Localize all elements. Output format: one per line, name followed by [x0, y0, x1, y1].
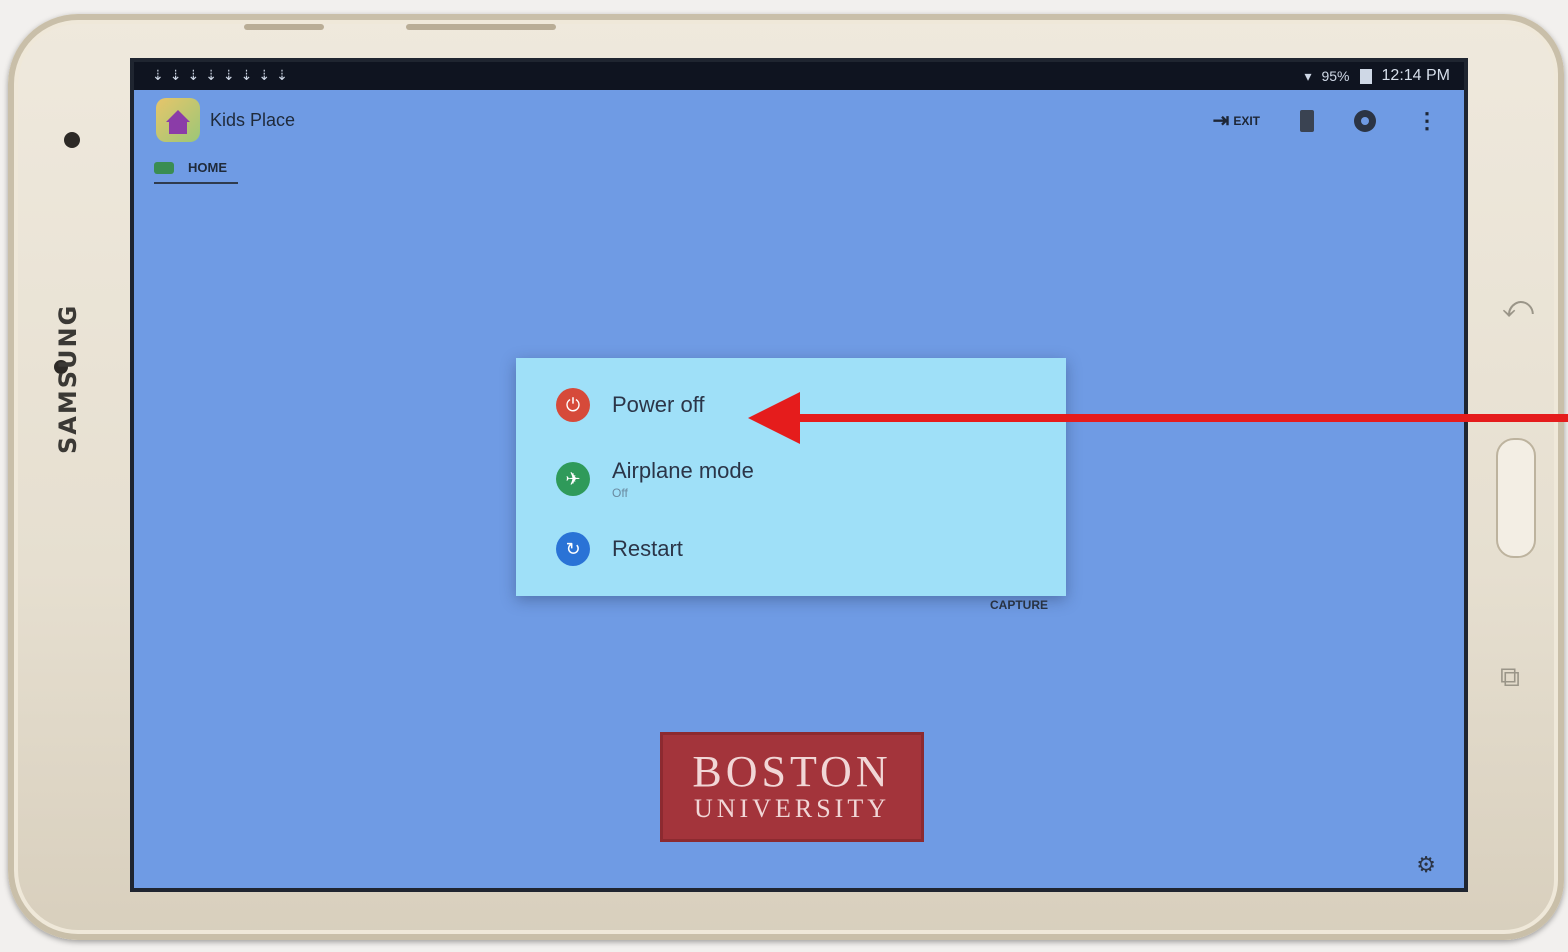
- logo-line-2: UNIVERSITY: [694, 794, 890, 823]
- exit-icon: ⇥: [1212, 110, 1230, 132]
- battery-label: 95%: [1321, 68, 1350, 84]
- wifi-icon: ▾: [1304, 67, 1312, 84]
- tablet-icon[interactable]: [1300, 109, 1314, 132]
- clock: 12:14 PM: [1381, 67, 1450, 84]
- restart-item[interactable]: ↻ Restart: [556, 532, 683, 566]
- capture-app-label: CAPTURE: [990, 598, 1049, 612]
- recent-apps-key-icon[interactable]: ⧉: [1500, 660, 1520, 694]
- app-bar: Kids Place ⇥ EXIT ⋮: [134, 90, 1464, 150]
- settings-gear-icon[interactable]: ⚙: [1416, 853, 1436, 878]
- home-key[interactable]: [1496, 438, 1536, 558]
- exit-label: EXIT: [1233, 113, 1260, 128]
- power-icon: ⏻: [556, 388, 590, 422]
- power-off-item[interactable]: ⏻ Power off: [556, 388, 705, 422]
- airplane-mode-item[interactable]: ✈ Airplane mode Off: [556, 458, 754, 500]
- tab-indicator: [154, 182, 238, 184]
- power-off-label: Power off: [612, 392, 705, 417]
- annotation-arrow-head: [748, 392, 800, 444]
- brand-logo: SAMSUNG: [54, 303, 82, 454]
- airplane-mode-label: Airplane mode: [612, 458, 754, 483]
- annotation-arrow-line: [774, 414, 1568, 422]
- app-actions: ⇥ EXIT ⋮: [1213, 108, 1438, 133]
- tab-home[interactable]: HOME: [154, 160, 227, 175]
- airplane-mode-status: Off: [612, 486, 628, 500]
- status-bar: ⇣⇣⇣⇣⇣⇣⇣⇣ ▾ 95% 12:14 PM: [134, 62, 1464, 90]
- exit-button[interactable]: ⇥ EXIT: [1213, 108, 1260, 133]
- kids-place-app-icon: [156, 98, 200, 142]
- airplane-icon: ✈: [556, 462, 590, 496]
- more-options-icon[interactable]: ⋮: [1416, 109, 1438, 132]
- power-key: [406, 24, 556, 30]
- notification-icons: ⇣⇣⇣⇣⇣⇣⇣⇣: [152, 67, 294, 83]
- boston-university-logo: BOSTON UNIVERSITY: [660, 732, 924, 842]
- restart-label: Restart: [612, 536, 683, 561]
- status-right: ▾ 95% 12:14 PM: [1304, 67, 1450, 85]
- battery-icon: [1359, 68, 1372, 84]
- tab-home-label: HOME: [188, 160, 227, 175]
- volume-key: [244, 24, 324, 30]
- settings-icon[interactable]: [1354, 109, 1376, 132]
- front-camera: [64, 132, 80, 148]
- back-key-icon[interactable]: ⤺: [1502, 290, 1534, 325]
- restart-icon: ↻: [556, 532, 590, 566]
- home-tab-icon: [154, 161, 174, 174]
- logo-line-1: BOSTON: [692, 747, 892, 796]
- app-title: Kids Place: [210, 110, 296, 130]
- tablet-screen: ⇣⇣⇣⇣⇣⇣⇣⇣ ▾ 95% 12:14 PM Kids Place ⇥ EXI…: [130, 58, 1468, 892]
